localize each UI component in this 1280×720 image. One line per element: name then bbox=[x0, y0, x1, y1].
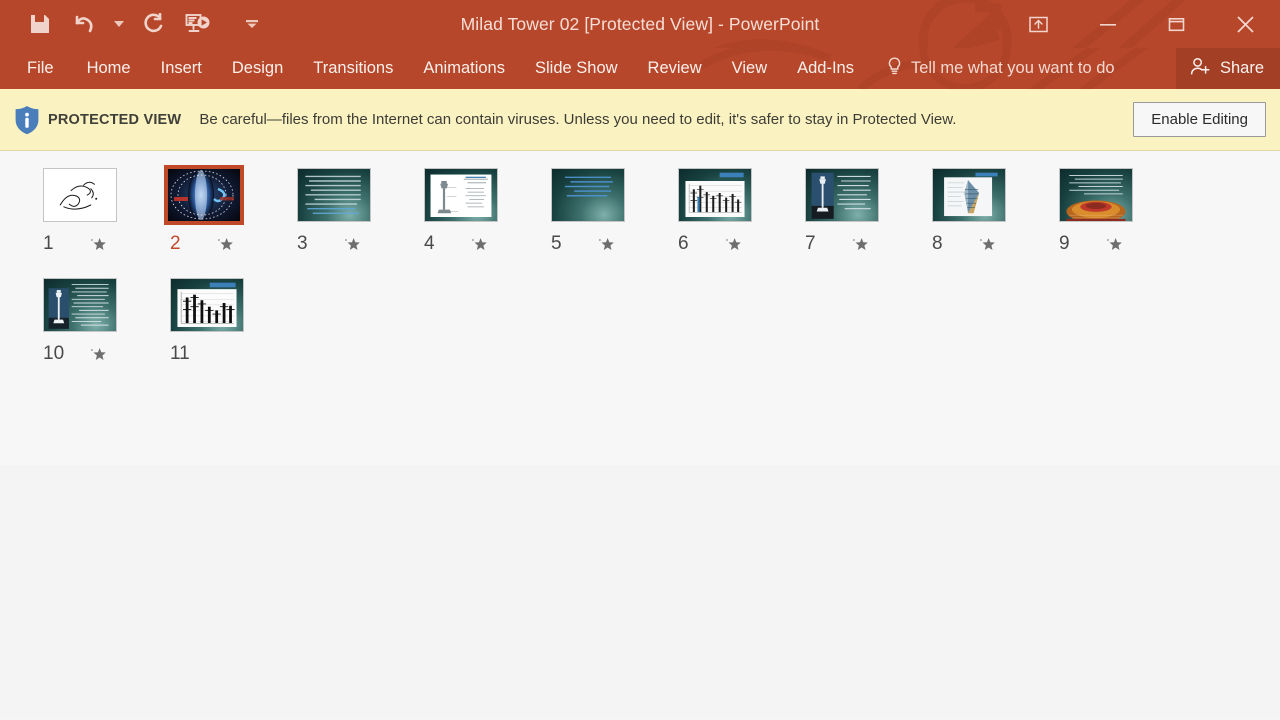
slide-thumbnail-item[interactable]: 4 bbox=[408, 165, 535, 255]
slide-thumbnail[interactable] bbox=[294, 165, 374, 225]
slide-thumbnail-item[interactable]: 10 bbox=[27, 275, 154, 365]
tab-view[interactable]: View bbox=[717, 48, 782, 89]
slide-number: 10 bbox=[43, 343, 65, 364]
slide-thumbnail-item[interactable]: 2 bbox=[154, 165, 281, 255]
animation-star-icon bbox=[471, 236, 488, 253]
slide-thumbnail-item[interactable]: 6 bbox=[662, 165, 789, 255]
slide-thumbnail[interactable] bbox=[802, 165, 882, 225]
slide-thumbnail[interactable] bbox=[929, 165, 1009, 225]
slide-thumbnail[interactable] bbox=[675, 165, 755, 225]
tab-transitions[interactable]: Transitions bbox=[298, 48, 408, 89]
close-button[interactable] bbox=[1211, 0, 1280, 48]
title-bar: Milad Tower 02 [Protected View] - PowerP… bbox=[0, 0, 1280, 48]
tab-design[interactable]: Design bbox=[217, 48, 298, 89]
slide-number: 5 bbox=[551, 233, 562, 254]
tab-home[interactable]: Home bbox=[72, 48, 146, 89]
start-presentation-button[interactable] bbox=[176, 4, 220, 44]
shield-info-icon bbox=[12, 105, 42, 135]
slide-number: 3 bbox=[297, 233, 308, 254]
slide-thumbnail-selected[interactable] bbox=[164, 165, 244, 225]
window-controls bbox=[1004, 0, 1280, 48]
animation-star-icon bbox=[344, 236, 361, 253]
animation-star-icon bbox=[1106, 236, 1123, 253]
slide-thumbnail[interactable] bbox=[421, 165, 501, 225]
quick-access-toolbar bbox=[0, 4, 262, 44]
slide-thumbnail-item[interactable]: 1 bbox=[27, 165, 154, 255]
animation-star-icon bbox=[852, 236, 869, 253]
tab-review[interactable]: Review bbox=[633, 48, 717, 89]
tab-add-ins[interactable]: Add-Ins bbox=[782, 48, 869, 89]
slide-thumbnail-item[interactable]: 3 bbox=[281, 165, 408, 255]
tab-slide-show[interactable]: Slide Show bbox=[520, 48, 633, 89]
animation-star-icon bbox=[217, 236, 234, 253]
tab-insert[interactable]: Insert bbox=[146, 48, 217, 89]
animation-star-icon bbox=[598, 236, 615, 253]
ribbon-tab-bar: File Home Insert Design Transitions Anim… bbox=[0, 48, 1280, 89]
animation-star-icon bbox=[90, 346, 107, 363]
slide-number: 8 bbox=[932, 233, 943, 254]
slide-thumbnail-item[interactable]: 9 bbox=[1043, 165, 1170, 255]
slide-thumbnail-item[interactable]: 11 bbox=[154, 275, 281, 365]
animation-star-icon bbox=[979, 236, 996, 253]
ribbon-tabs: File Home Insert Design Transitions Anim… bbox=[0, 48, 869, 89]
empty-workspace-area bbox=[0, 465, 1280, 719]
slide-number: 7 bbox=[805, 233, 816, 254]
slide-thumbnail-item[interactable]: 5 bbox=[535, 165, 662, 255]
slide-thumbnail[interactable] bbox=[1056, 165, 1136, 225]
redo-button[interactable] bbox=[132, 4, 176, 44]
tab-file[interactable]: File bbox=[0, 48, 72, 89]
share-person-icon bbox=[1190, 57, 1211, 81]
tab-animations[interactable]: Animations bbox=[408, 48, 520, 89]
slide-thumbnail[interactable] bbox=[167, 275, 247, 335]
animation-star-icon bbox=[725, 236, 742, 253]
protected-view-bar: PROTECTED VIEW Be careful—files from the… bbox=[0, 89, 1280, 151]
share-button[interactable]: Share bbox=[1175, 48, 1280, 89]
slide-thumbnail[interactable] bbox=[548, 165, 628, 225]
undo-button[interactable] bbox=[62, 4, 106, 44]
slide-thumbnail[interactable] bbox=[40, 165, 120, 225]
slide-thumbnail-item[interactable]: 7 bbox=[789, 165, 916, 255]
slide-thumbnail[interactable] bbox=[40, 275, 120, 335]
save-button[interactable] bbox=[18, 4, 62, 44]
protected-view-label: PROTECTED VIEW bbox=[48, 111, 182, 128]
lightbulb-icon bbox=[887, 56, 902, 81]
protected-view-message: Be careful—files from the Internet can c… bbox=[199, 110, 957, 128]
animation-star-icon bbox=[90, 236, 107, 253]
share-label: Share bbox=[1219, 59, 1264, 77]
slide-number: 2 bbox=[170, 233, 181, 254]
customize-qat-icon[interactable] bbox=[242, 4, 262, 44]
slide-sorter-pane[interactable]: 1 2 3 4 5 6 7 8 9 10 11 bbox=[0, 151, 1280, 465]
slide-number: 4 bbox=[424, 233, 435, 254]
minimize-button[interactable] bbox=[1073, 0, 1142, 48]
slide-number: 6 bbox=[678, 233, 689, 254]
slide-number: 1 bbox=[43, 233, 54, 254]
slide-thumbnail-item[interactable]: 8 bbox=[916, 165, 1043, 255]
slide-number: 11 bbox=[170, 343, 190, 364]
slide-grid: 1 2 3 4 5 6 7 8 9 10 11 bbox=[0, 165, 1280, 385]
tell-me-search[interactable]: Tell me what you want to do bbox=[887, 56, 1115, 81]
undo-dropdown-icon[interactable] bbox=[106, 4, 132, 44]
tell-me-placeholder: Tell me what you want to do bbox=[911, 59, 1115, 77]
enable-editing-button[interactable]: Enable Editing bbox=[1133, 102, 1266, 137]
maximize-button[interactable] bbox=[1142, 0, 1211, 48]
slide-number: 9 bbox=[1059, 233, 1070, 254]
ribbon-display-options-button[interactable] bbox=[1004, 0, 1073, 48]
